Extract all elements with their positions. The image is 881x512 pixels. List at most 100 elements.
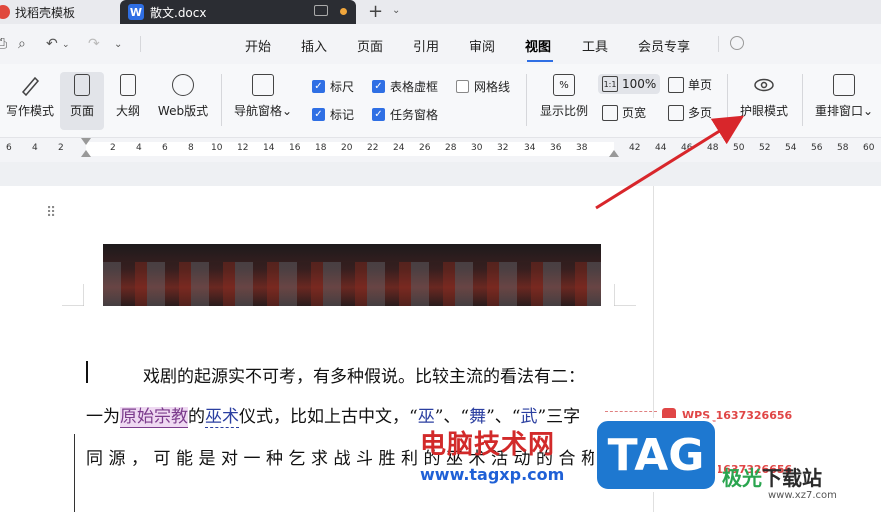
ruler-tick: 42 <box>629 143 641 153</box>
gridlines-checkbox[interactable]: 网格线 <box>456 78 510 95</box>
tab-template-store[interactable]: 找稻壳模板 <box>0 0 116 24</box>
list-icon <box>252 74 274 96</box>
marks-checkbox[interactable]: ✓ 标记 <box>312 106 354 123</box>
divider <box>727 74 728 126</box>
comment-highlight[interactable]: 巫术 <box>205 407 239 428</box>
first-line-indent-handle[interactable] <box>81 138 91 145</box>
horizontal-ruler[interactable]: 6 4 2 2 4 6 8 10 12 14 16 18 20 22 24 26… <box>0 138 881 162</box>
ruler-tick: 38 <box>576 143 588 153</box>
tab-document[interactable]: W 散文.docx <box>120 0 356 24</box>
ruler-tick: 36 <box>550 143 562 153</box>
monitor-icon[interactable] <box>314 5 328 16</box>
tab-label: 找稻壳模板 <box>15 5 76 20</box>
checkbox-unchecked-icon <box>456 80 469 93</box>
undo-dropdown-icon[interactable]: ⌄ <box>62 40 70 50</box>
print-preview-icon[interactable]: ⌕ <box>18 36 26 52</box>
page-width-button[interactable]: 页宽 <box>602 104 646 121</box>
outline-view-button[interactable]: 大纲 <box>112 74 144 119</box>
menu-member[interactable]: 会员专享 <box>638 36 690 55</box>
zoom-ratio-label: 显示比例 <box>539 104 588 118</box>
zoom-ratio-button[interactable]: % 显示比例 <box>538 74 590 119</box>
ruler-tick: 52 <box>759 143 771 153</box>
comment-highlight[interactable]: 原始宗教 <box>120 407 188 428</box>
xz-url: www.xz7.com <box>768 490 837 501</box>
menu-home[interactable]: 开始 <box>245 36 271 55</box>
ruler-tick: 20 <box>341 143 353 153</box>
ruler-checkbox[interactable]: ✓ 标尺 <box>312 78 354 95</box>
menu-tools[interactable]: 工具 <box>582 36 608 55</box>
tag-logo: TAG <box>594 418 718 492</box>
checkbox-checked-icon: ✓ <box>372 80 385 93</box>
writing-mode-button[interactable]: 写作模式 <box>4 74 56 119</box>
ruler-tick: 6 <box>6 143 12 153</box>
ruler-tick: 28 <box>445 143 457 153</box>
ruler-tick: 58 <box>837 143 849 153</box>
ruler-tick: 8 <box>188 143 194 153</box>
comment-connector <box>605 411 657 412</box>
more-chevron-icon[interactable]: ⌄ <box>114 39 122 50</box>
view-ribbon: 写作模式 页面 大纲 Web版式 导航窗格⌄ ✓ 标尺 ✓ 表格虚框 网格线 ✓… <box>0 64 881 138</box>
eye-icon <box>753 74 775 96</box>
ruler-tick: 2 <box>110 143 116 153</box>
right-indent-handle[interactable] <box>609 150 619 157</box>
ruler-tick: 30 <box>471 143 483 153</box>
undo-icon[interactable]: ↶ <box>46 36 58 52</box>
ruler-tick: 44 <box>655 143 667 153</box>
outline-icon <box>120 74 136 96</box>
search-icon[interactable] <box>730 36 744 50</box>
ruler-tick: 46 <box>681 143 693 153</box>
ruler-tick: 12 <box>237 143 249 153</box>
margin-line <box>74 434 75 512</box>
multi-page-icon <box>668 104 684 121</box>
hanging-indent-handle[interactable] <box>81 150 91 157</box>
open-icon[interactable]: ⎙ <box>0 36 7 52</box>
web-view-button[interactable]: Web版式 <box>156 74 210 119</box>
ruler-tick: 60 <box>863 143 875 153</box>
globe-icon <box>172 74 194 96</box>
page-gap <box>0 162 881 186</box>
header-image[interactable] <box>103 244 601 306</box>
rearrange-window-label: 重排窗口⌄ <box>814 104 874 118</box>
unsaved-dot-icon <box>340 8 347 15</box>
drag-handle-icon[interactable]: ⠿ <box>46 205 56 221</box>
checkbox-checked-icon: ✓ <box>312 108 325 121</box>
menu-review[interactable]: 审阅 <box>469 36 495 55</box>
redo-icon[interactable]: ↷ <box>88 36 100 52</box>
checkbox-checked-icon: ✓ <box>372 108 385 121</box>
ruler-tick: 32 <box>497 143 509 153</box>
ruler-tick: 4 <box>32 143 38 153</box>
rearrange-window-button[interactable]: 重排窗口⌄ <box>812 74 876 119</box>
task-pane-checkbox[interactable]: ✓ 任务窗格 <box>372 106 438 123</box>
table-gridlines-checkbox[interactable]: ✓ 表格虚框 <box>372 78 438 95</box>
nav-pane-label: 导航窗格⌄ <box>233 104 293 118</box>
ruler-tick: 4 <box>136 143 142 153</box>
chevron-down-icon[interactable]: ⌄ <box>392 5 400 16</box>
ruler-tick: 26 <box>419 143 431 153</box>
paragraph-line[interactable]: 戏剧的起源实不可考，有多种假说。比较主流的看法有二： <box>143 362 585 387</box>
divider <box>526 74 527 126</box>
outline-view-label: 大纲 <box>115 104 140 118</box>
multi-page-button[interactable]: 多页 <box>668 104 712 121</box>
page-corner-mark <box>62 284 84 306</box>
menu-insert[interactable]: 插入 <box>301 36 327 55</box>
menu-page[interactable]: 页面 <box>357 36 383 55</box>
new-tab-plus-icon[interactable]: + <box>368 1 383 22</box>
watermark-url: www.tagxp.com <box>420 465 565 484</box>
zoom-100-button[interactable]: 1:1 100% <box>598 74 661 94</box>
ruler-tick: 24 <box>393 143 405 153</box>
page-view-label: 页面 <box>69 104 94 118</box>
eye-protection-button[interactable]: 护眼模式 <box>736 74 792 119</box>
word-doc-icon: W <box>128 4 144 20</box>
window-layout-icon <box>833 74 855 96</box>
menu-reference[interactable]: 引用 <box>413 36 439 55</box>
menu-view[interactable]: 视图 <box>525 36 551 55</box>
nav-pane-button[interactable]: 导航窗格⌄ <box>232 74 294 119</box>
ruler-tick: 34 <box>524 143 536 153</box>
ruler-tick: 18 <box>315 143 327 153</box>
page-view-button[interactable]: 页面 <box>60 72 104 130</box>
divider <box>221 74 222 126</box>
ruler-tick: 6 <box>162 143 168 153</box>
tab-label: 散文.docx <box>150 5 207 20</box>
ruler-tick: 16 <box>289 143 301 153</box>
single-page-button[interactable]: 单页 <box>668 76 712 93</box>
